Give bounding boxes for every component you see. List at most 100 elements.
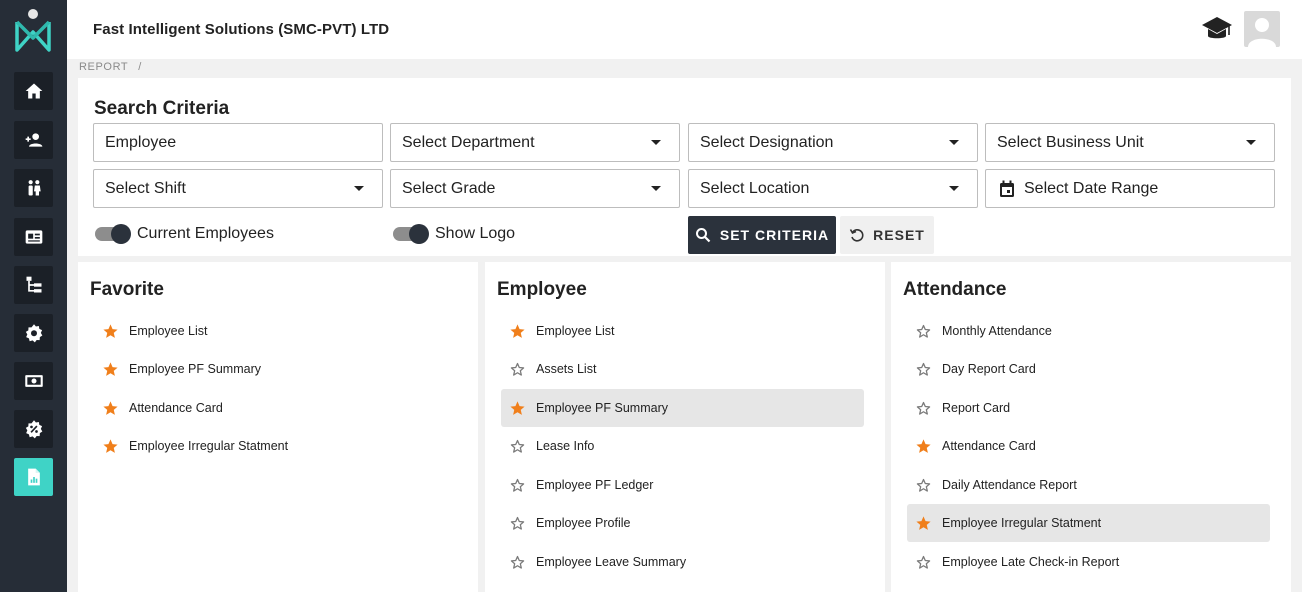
list-item[interactable]: Employee Late Check-in Report (907, 543, 1270, 581)
list-item[interactable]: Day Report Card (907, 350, 1270, 388)
nav-reports[interactable] (14, 458, 53, 496)
grade-select[interactable]: Select Grade (390, 169, 680, 208)
add-user-icon (25, 133, 42, 147)
search-icon (695, 228, 711, 243)
star-filled-icon[interactable] (509, 400, 526, 417)
app-logo[interactable] (13, 8, 53, 54)
nav-discount[interactable] (14, 410, 53, 448)
list-item[interactable]: Employee Leave Summary (501, 543, 864, 581)
reset-icon (849, 229, 864, 242)
nav-payroll[interactable] (14, 362, 53, 400)
breadcrumb-item-report[interactable]: REPORT (79, 61, 128, 73)
list-item[interactable]: Daily Attendance Report (907, 466, 1270, 504)
list-item-label: Lease Info (536, 439, 595, 453)
org-tree-icon (26, 276, 41, 293)
list-item-label: Employee Leave Summary (536, 555, 687, 569)
id-card-icon (25, 230, 42, 244)
star-filled-icon[interactable] (102, 400, 119, 417)
graduation-cap-icon[interactable] (1201, 14, 1233, 44)
list-item[interactable]: Attendance Card (907, 427, 1270, 465)
star-outline-icon[interactable] (915, 477, 932, 494)
toggle-knob (409, 224, 429, 244)
list-item[interactable]: Assets List (501, 350, 864, 388)
nav-settings[interactable] (14, 314, 53, 352)
current-employees-label: Current Employees (137, 225, 274, 242)
designation-select-label: Select Designation (700, 133, 834, 151)
list-item[interactable]: Employee Irregular Statment (907, 504, 1270, 542)
list-item[interactable]: Employee Profile (501, 504, 864, 542)
business-unit-select-label: Select Business Unit (997, 133, 1144, 151)
list-item[interactable]: Lease Info (501, 427, 864, 465)
nav-people[interactable] (14, 169, 53, 207)
nav-add-employee[interactable] (14, 121, 53, 159)
list-item-label: Daily Attendance Report (942, 478, 1077, 492)
list-item-label: Employee PF Summary (536, 401, 668, 415)
list-item-label: Employee PF Ledger (536, 478, 654, 492)
list-item[interactable]: Employee Irregular Statment (94, 427, 457, 465)
list-item-label: Employee Irregular Statment (942, 516, 1102, 530)
toggle-switch[interactable] (393, 224, 429, 244)
avatar[interactable] (1244, 11, 1280, 47)
list-item[interactable]: Employee List (501, 312, 864, 350)
location-select[interactable]: Select Location (688, 169, 978, 208)
list-item[interactable]: Employee PF Summary (501, 389, 864, 427)
money-icon (24, 375, 43, 387)
location-select-label: Select Location (700, 179, 810, 197)
business-unit-select[interactable]: Select Business Unit (985, 123, 1275, 162)
breadcrumb-separator: / (138, 61, 142, 73)
department-select[interactable]: Select Department (390, 123, 680, 162)
star-filled-icon[interactable] (915, 438, 932, 455)
calendar-icon (1000, 180, 1014, 197)
chevron-down-icon (651, 140, 661, 145)
star-outline-icon[interactable] (915, 554, 932, 571)
show-logo-toggle[interactable]: Show Logo (393, 224, 516, 244)
list-item-label: Attendance Card (942, 439, 1036, 453)
list-item[interactable]: Attendance Card (94, 389, 457, 427)
star-filled-icon[interactable] (102, 361, 119, 378)
search-criteria-card: Search Criteria Employee Select Departme… (78, 78, 1291, 256)
reset-button[interactable]: RESET (840, 216, 934, 254)
list-item-label: Assets List (536, 362, 597, 376)
list-item[interactable]: Employee PF Ledger (501, 466, 864, 504)
shift-select-label: Select Shift (105, 179, 186, 197)
list-item[interactable]: Monthly Attendance (907, 312, 1270, 350)
star-filled-icon[interactable] (102, 438, 119, 455)
star-filled-icon[interactable] (915, 515, 932, 532)
star-outline-icon[interactable] (509, 554, 526, 571)
nav-home[interactable] (14, 72, 53, 110)
list-item-label: Report Card (942, 401, 1011, 415)
date-range-field[interactable]: Select Date Range (985, 169, 1275, 208)
list-item[interactable]: Report Card (907, 389, 1270, 427)
nav-org-structure[interactable] (14, 266, 53, 304)
employee-field[interactable]: Employee (93, 123, 383, 162)
star-filled-icon[interactable] (102, 323, 119, 340)
user-icon (1248, 18, 1276, 47)
discount-icon (25, 420, 42, 439)
star-filled-icon[interactable] (509, 323, 526, 340)
chevron-down-icon (1246, 140, 1256, 145)
settings-icon (25, 324, 42, 343)
list-item[interactable]: Employee List (94, 312, 457, 350)
designation-select[interactable]: Select Designation (688, 123, 978, 162)
employee-panel-title: Employee (497, 279, 587, 300)
star-outline-icon[interactable] (509, 515, 526, 532)
star-outline-icon[interactable] (915, 323, 932, 340)
star-outline-icon[interactable] (509, 477, 526, 494)
list-item-label: Employee PF Summary (129, 362, 261, 376)
chevron-down-icon (651, 186, 661, 191)
shift-select[interactable]: Select Shift (93, 169, 383, 208)
star-outline-icon[interactable] (915, 400, 932, 417)
chevron-down-icon (949, 140, 959, 145)
current-employees-toggle[interactable]: Current Employees (95, 224, 274, 244)
star-outline-icon[interactable] (915, 361, 932, 378)
attendance-panel-title: Attendance (903, 279, 1007, 300)
star-outline-icon[interactable] (509, 438, 526, 455)
list-item-label: Attendance Card (129, 401, 223, 415)
show-logo-label: Show Logo (435, 225, 516, 242)
toggle-switch[interactable] (95, 224, 131, 244)
set-criteria-label: SET CRITERIA (719, 227, 830, 243)
set-criteria-button[interactable]: SET CRITERIA (688, 216, 836, 254)
star-outline-icon[interactable] (509, 361, 526, 378)
list-item[interactable]: Employee PF Summary (94, 350, 457, 388)
nav-id-card[interactable] (14, 218, 53, 256)
